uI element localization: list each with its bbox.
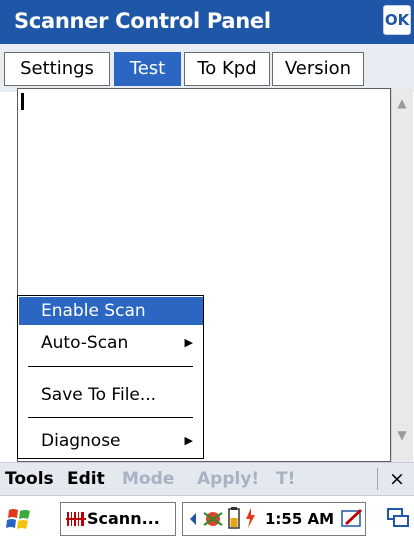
menu-separator bbox=[28, 417, 193, 418]
window-title: Scanner Control Panel bbox=[14, 9, 271, 33]
barcode-icon bbox=[66, 512, 86, 526]
menu-apply: Apply! bbox=[197, 469, 260, 489]
menu-separator bbox=[28, 366, 193, 367]
close-button[interactable]: × bbox=[389, 466, 405, 492]
scroll-up-arrow-icon[interactable]: ▲ bbox=[394, 92, 410, 114]
tab-settings[interactable]: Settings bbox=[4, 52, 110, 86]
submenu-arrow-icon: ▶ bbox=[184, 336, 193, 349]
tab-version[interactable]: Version bbox=[272, 52, 364, 86]
tab-test[interactable]: Test bbox=[114, 52, 181, 86]
battery-icon[interactable] bbox=[227, 506, 241, 530]
menu-item-auto-scan[interactable]: Auto-Scan ▶ bbox=[19, 329, 203, 357]
menu-item-save-to-file[interactable]: Save To File... bbox=[19, 381, 203, 409]
submenu-arrow-icon: ▶ bbox=[184, 434, 193, 447]
menu-tools[interactable]: Tools bbox=[5, 466, 54, 492]
taskbar-app-label: Scann... bbox=[87, 509, 160, 528]
vertical-scrollbar[interactable] bbox=[391, 88, 413, 462]
menu-edit[interactable]: Edit bbox=[67, 466, 105, 492]
network-icon[interactable] bbox=[201, 506, 225, 530]
clock[interactable]: 1:55 AM bbox=[265, 503, 334, 535]
text-caret bbox=[21, 93, 24, 110]
power-plug-icon[interactable] bbox=[243, 506, 257, 530]
tools-popup-menu: Enable Scan Auto-Scan ▶ Save To File... … bbox=[17, 295, 204, 459]
tray-left-arrow-icon[interactable] bbox=[186, 509, 200, 529]
input-panel-icon[interactable] bbox=[340, 506, 364, 530]
windows-start-icon[interactable] bbox=[6, 506, 32, 532]
menu-item-label: Save To File... bbox=[41, 385, 157, 405]
menu-item-label: Auto-Scan bbox=[41, 333, 129, 353]
menu-t: T! bbox=[276, 469, 296, 489]
scroll-down-arrow-icon[interactable]: ▼ bbox=[394, 424, 410, 446]
menu-item-diagnose[interactable]: Diagnose ▶ bbox=[19, 427, 203, 455]
desktop-switch-icon[interactable] bbox=[386, 506, 410, 530]
command-bar-divider bbox=[377, 468, 378, 490]
menu-item-label: Enable Scan bbox=[41, 301, 146, 321]
menu-mode: Mode bbox=[122, 469, 175, 489]
ok-button[interactable]: OK bbox=[383, 5, 411, 35]
tab-to-kpd[interactable]: To Kpd bbox=[184, 52, 270, 86]
menu-item-label: Diagnose bbox=[41, 431, 121, 451]
menu-item-enable-scan[interactable]: Enable Scan bbox=[19, 297, 203, 325]
